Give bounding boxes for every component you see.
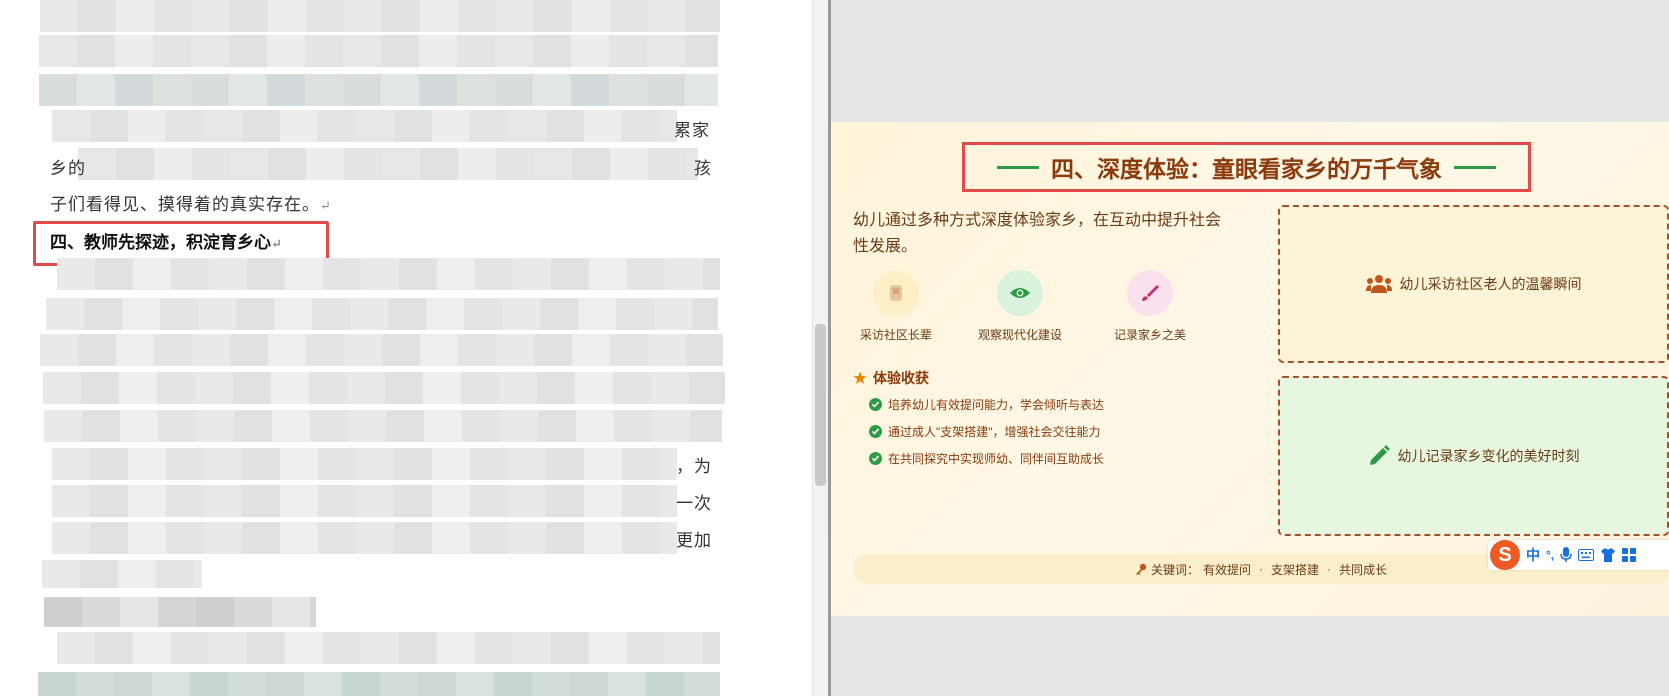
users-icon [1365, 275, 1392, 293]
redacted-text [46, 298, 718, 330]
gain-item: 在共同探究中实现师幼、同伴间互助成长 [869, 450, 1104, 467]
redacted-text [43, 372, 725, 404]
document-line: 累家 [674, 121, 710, 141]
skin-shirt-icon[interactable] [1600, 548, 1616, 562]
star-icon [853, 371, 867, 384]
redacted-text [38, 672, 720, 696]
slide-pane[interactable]: 四、深度体验：童眼看家乡的万千气象 幼儿通过多种方式深度体验家乡，在互动中提升社… [831, 0, 1669, 696]
pencil-icon [1369, 445, 1390, 465]
keyword: 共同成长 [1339, 562, 1388, 577]
activity-record: 记录家乡之美 [1085, 270, 1215, 343]
redacted-text [57, 632, 720, 664]
slide-title-frame: 四、深度体验：童眼看家乡的万千气象 [962, 142, 1531, 192]
gains-heading: 体验收获 [853, 368, 929, 388]
activity-label: 观察现代化建设 [977, 328, 1062, 342]
activity-label: 采访社区长辈 [859, 328, 932, 342]
paragraph-mark-icon: ↵ [320, 199, 332, 214]
activity-label: 记录家乡之美 [1113, 328, 1186, 342]
title-decor-line [1454, 165, 1496, 169]
document-pane[interactable]: 累家 乡的 孩 子们看得见、摸得着的真实存在。↵ 四、教师先探迹，积淀育乡心↵ … [0, 0, 812, 696]
redacted-text [44, 410, 722, 442]
check-circle-icon [869, 425, 882, 438]
apps-grid-icon[interactable] [1622, 548, 1637, 562]
paragraph-mark-icon: ↵ [271, 237, 282, 252]
sogou-logo-icon[interactable]: S [1490, 540, 1520, 570]
gain-item: 培养幼儿有效提问能力，学会倾听与表达 [869, 396, 1104, 413]
ime-toolbar[interactable]: S 中 °, [1488, 540, 1669, 570]
redacted-text [52, 110, 677, 142]
ime-mode-toggle[interactable]: 中 [1526, 545, 1540, 565]
redacted-text [57, 258, 720, 290]
keyboard-icon[interactable] [1578, 549, 1595, 561]
redacted-text [44, 597, 316, 627]
photo-placeholder-label: 幼儿记录家乡变化的美好时刻 [1397, 448, 1580, 464]
activity-interview: 采访社区长辈 [831, 270, 961, 343]
redacted-text [40, 334, 723, 366]
redacted-text [52, 522, 677, 554]
document-line: 子们看得见、摸得着的真实存在。↵ [50, 195, 332, 215]
photo-placeholder-record[interactable]: 幼儿记录家乡变化的美好时刻 [1278, 376, 1669, 536]
activity-observe: 观察现代化建设 [955, 270, 1085, 343]
keyword: 支架搭建 [1271, 562, 1320, 577]
ime-punctuation-toggle[interactable]: °, [1546, 548, 1554, 562]
redacted-text [52, 448, 677, 480]
redacted-text [39, 74, 718, 106]
redacted-text [40, 0, 720, 32]
eye-icon [997, 270, 1043, 316]
redacted-text [39, 35, 718, 67]
document-line: 乡的 [50, 159, 86, 179]
redacted-text [78, 148, 698, 180]
scrollbar-thumb[interactable] [815, 324, 826, 486]
document-line: ，为 [676, 457, 712, 477]
title-decor-line [997, 165, 1039, 169]
document-line: 孩 [694, 159, 712, 179]
photo-placeholder-interview[interactable]: 幼儿采访社区老人的温馨瞬间 [1278, 205, 1669, 363]
keyword-separator: · [1259, 562, 1263, 576]
keyword-separator: · [1327, 562, 1332, 576]
paintbrush-icon [1127, 270, 1173, 316]
key-icon [1135, 563, 1147, 575]
redacted-text [42, 560, 202, 588]
redacted-text [52, 485, 677, 517]
elder-photo-icon [873, 270, 919, 316]
document-line: 一次 [676, 494, 712, 514]
section-heading: 四、教师先探迹，积淀育乡心↵ [50, 233, 282, 253]
check-circle-icon [869, 398, 882, 411]
microphone-icon[interactable] [1560, 547, 1572, 563]
slide-title: 四、深度体验：童眼看家乡的万千气象 [1051, 156, 1442, 182]
gain-item: 通过成人"支架搭建"，增强社会交往能力 [869, 423, 1101, 440]
check-circle-icon [869, 452, 882, 465]
document-line: 更加 [676, 531, 712, 551]
keyword: 有效提问 [1202, 562, 1251, 577]
app-window: 累家 乡的 孩 子们看得见、摸得着的真实存在。↵ 四、教师先探迹，积淀育乡心↵ … [0, 0, 1669, 696]
slide-intro-text: 幼儿通过多种方式深度体验家乡，在互动中提升社会性发展。 [853, 212, 1222, 255]
photo-placeholder-label: 幼儿采访社区老人的温馨瞬间 [1399, 276, 1582, 292]
